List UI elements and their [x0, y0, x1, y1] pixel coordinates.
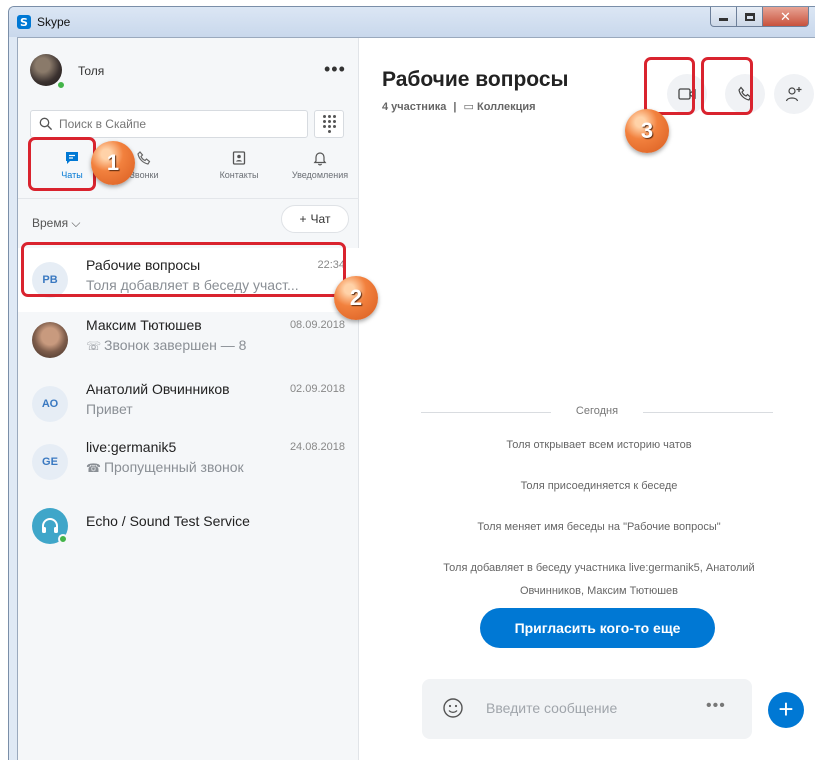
- conversation-pane: Рабочие вопросы 4 участника | ▭ Коллекци…: [359, 38, 815, 760]
- chat-preview-row: ☎ Пропущенный звонок: [86, 459, 244, 475]
- close-icon: ✕: [780, 8, 791, 24]
- skype-window: S Skype ✕ Толя ••• Поиск в Скайпе Чаты З…: [8, 6, 815, 760]
- divider-line: [643, 412, 773, 413]
- chat-preview-row: ☏ Звонок завершен — 8: [86, 337, 246, 353]
- step-badge-3: 3: [625, 109, 669, 153]
- search-input[interactable]: [59, 111, 299, 137]
- missed-call-icon: ☎: [86, 461, 101, 475]
- date-divider-label: Сегодня: [575, 405, 619, 417]
- highlight-audio-call: [701, 57, 753, 115]
- avatar: [32, 322, 68, 358]
- gallery-link[interactable]: Коллекция: [477, 101, 536, 113]
- contacts-icon: [232, 151, 246, 165]
- emoji-icon[interactable]: [442, 697, 464, 724]
- minimize-button[interactable]: [710, 7, 737, 27]
- dialpad-button[interactable]: [314, 110, 344, 138]
- maximize-icon: [744, 12, 755, 21]
- profile-name[interactable]: Толя: [78, 64, 104, 78]
- online-status-icon: [56, 80, 66, 90]
- phone-icon: [137, 151, 151, 165]
- chat-preview: Звонок завершен — 8: [104, 337, 247, 353]
- headset-icon: [42, 518, 58, 533]
- skype-logo-icon: S: [17, 15, 31, 29]
- window-title: Skype: [37, 15, 71, 29]
- chat-time: 08.09.2018: [289, 319, 345, 331]
- chat-name: Echo / Sound Test Service: [86, 513, 250, 529]
- system-message: Толя добавляет в беседу участника live:g…: [443, 562, 755, 597]
- chat-time: 02.09.2018: [289, 383, 345, 395]
- separator: |: [453, 101, 457, 113]
- composer-more-button[interactable]: •••: [706, 697, 726, 715]
- chat-name: Анатолий Овчинников: [86, 381, 230, 397]
- gallery-icon: ▭: [463, 101, 474, 113]
- chat-list-item[interactable]: АО Анатолий Овчинников 02.09.2018 Привет: [18, 372, 359, 436]
- sort-dropdown[interactable]: Время ⌵: [32, 216, 81, 231]
- chat-list-item[interactable]: GE live:germanik5 24.08.2018 ☎ Пропущенны…: [18, 430, 359, 494]
- add-content-button[interactable]: +: [768, 692, 804, 728]
- close-button[interactable]: ✕: [763, 7, 809, 27]
- message-input[interactable]: [486, 695, 686, 721]
- highlight-chats-tab: [28, 137, 96, 191]
- avatar: АО: [32, 386, 68, 422]
- page-title[interactable]: Рабочие вопросы: [382, 68, 568, 92]
- chat-preview: Привет: [86, 401, 133, 417]
- system-message: Толя присоединяется к беседе: [520, 480, 678, 492]
- message-composer: •••: [422, 679, 752, 739]
- conversation-info: 4 участника | ▭ Коллекция: [382, 100, 536, 113]
- avatar: GE: [32, 444, 68, 480]
- search-box[interactable]: [30, 110, 308, 138]
- minimize-icon: [719, 18, 728, 21]
- nav-divider: [18, 198, 359, 199]
- chat-name: Максим Тютюшев: [86, 317, 202, 333]
- highlight-video-call: [644, 57, 695, 115]
- chat-list-item[interactable]: Echo / Sound Test Service: [18, 494, 359, 558]
- new-chat-label: Чат: [310, 212, 331, 226]
- title-bar: S Skype ✕: [9, 7, 815, 37]
- search-icon: [39, 117, 53, 131]
- tab-notifications-label: Уведомления: [291, 170, 349, 180]
- tab-notifications[interactable]: Уведомления: [284, 144, 356, 194]
- maximize-button[interactable]: [737, 7, 763, 27]
- chat-list-item[interactable]: Максим Тютюшев 08.09.2018 ☏ Звонок заверш…: [18, 308, 359, 372]
- date-divider: Сегодня: [421, 405, 773, 419]
- chat-name: live:germanik5: [86, 439, 177, 455]
- window-controls: ✕: [710, 7, 809, 27]
- plus-icon: +: [299, 212, 307, 226]
- chat-time: 24.08.2018: [289, 441, 345, 453]
- more-options-button[interactable]: •••: [324, 59, 346, 80]
- add-person-icon: [785, 87, 802, 102]
- step-badge-1: 1: [91, 141, 135, 185]
- tab-calls-label: Звонки: [129, 170, 159, 180]
- profile-header: Толя •••: [18, 38, 359, 106]
- system-message: Толя открывает всем историю чатов: [506, 439, 692, 451]
- highlight-chat-item: [21, 242, 346, 297]
- new-chat-button[interactable]: + Чат: [281, 205, 349, 233]
- system-message: Толя меняет имя беседы на "Рабочие вопро…: [477, 521, 721, 533]
- call-ended-icon: ☏: [86, 339, 102, 353]
- chat-preview: Пропущенный звонок: [103, 459, 244, 475]
- app-client: Толя ••• Чаты Звонки: [17, 37, 815, 760]
- step-badge-2: 2: [334, 276, 378, 320]
- participants-count[interactable]: 4 участника: [382, 101, 446, 113]
- online-status-icon: [58, 534, 68, 544]
- add-people-button[interactable]: [774, 74, 814, 114]
- bell-icon: [313, 152, 327, 166]
- tab-contacts[interactable]: Контакты: [203, 144, 275, 194]
- tab-contacts-label: Контакты: [219, 170, 259, 180]
- invite-button[interactable]: Пригласить кого-то еще: [480, 608, 715, 648]
